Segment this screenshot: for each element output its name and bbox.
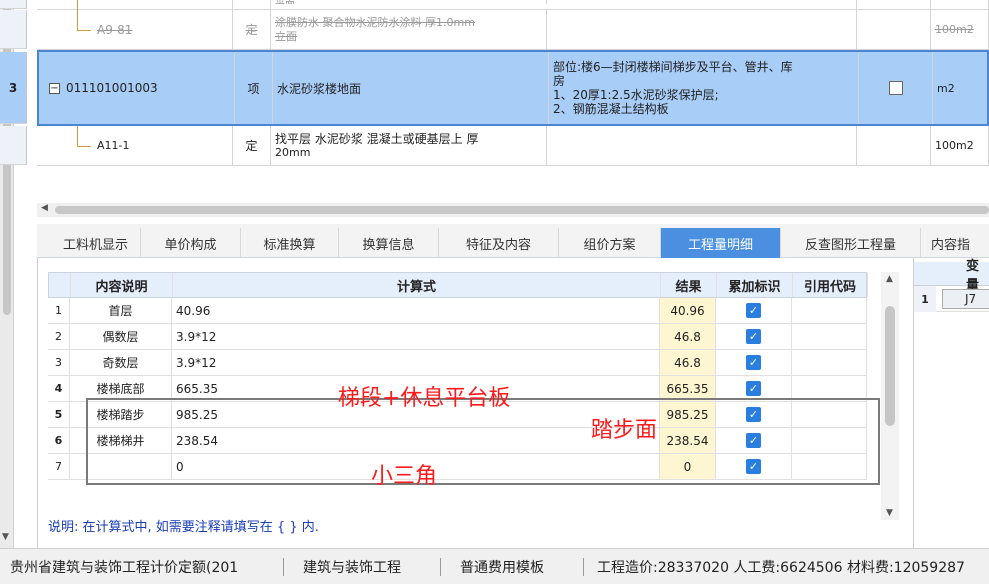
row-formula[interactable]: 3.9*12 bbox=[172, 324, 660, 349]
tab-unit-price[interactable]: 单价构成 bbox=[141, 228, 241, 258]
variable-value[interactable]: J7 bbox=[942, 289, 989, 309]
table-row-selected[interactable]: 3 − 011101001003 项 水泥砂浆楼地面 部位:楼6—封闭楼梯间梯步… bbox=[0, 50, 989, 126]
checkbox-checked-icon[interactable]: ✓ bbox=[746, 329, 761, 344]
row-ref-code[interactable] bbox=[792, 350, 867, 375]
tab-pricing-scheme[interactable]: 组价方案 bbox=[559, 228, 661, 258]
item-name-line1: 找平层 水泥砂浆 混凝土或硬基层上 厚 bbox=[275, 131, 479, 146]
table-row[interactable]: 1 首层 40.96 40.96 ✓ bbox=[48, 298, 867, 324]
table-row[interactable]: 平面 bbox=[0, 0, 989, 10]
item-name-line1: 涂膜防水 聚合物水泥防水涂料 厚1.0mm bbox=[275, 15, 475, 29]
row-result: 40.96 bbox=[660, 298, 716, 323]
row-number: 3 bbox=[0, 52, 27, 124]
status-project-type[interactable]: 建筑与装饰工程 bbox=[303, 549, 401, 584]
item-desc-line3: 1、20厚1:2.5水泥砂浆保护层; bbox=[553, 88, 719, 102]
checkbox-checked-icon[interactable]: ✓ bbox=[746, 381, 761, 396]
table-row[interactable]: A11-1 定 找平层 水泥砂浆 混凝土或硬基层上 厚 20mm 100m2 bbox=[0, 126, 989, 166]
item-type: 定 bbox=[233, 10, 271, 49]
item-desc-line1: 部位:楼6—封闭楼梯间梯步及平台、管井、库 bbox=[553, 60, 793, 74]
item-name: 平面 bbox=[271, 0, 547, 4]
checkbox-checked-icon[interactable]: ✓ bbox=[746, 355, 761, 370]
scroll-down-arrow-icon[interactable]: ▼ bbox=[886, 508, 893, 518]
row-ref-code[interactable] bbox=[792, 324, 867, 349]
table-row[interactable]: 3 奇数层 3.9*12 46.8 ✓ bbox=[48, 350, 867, 376]
scrollbar-thumb[interactable] bbox=[885, 306, 895, 426]
detail-vertical-scrollbar[interactable]: ▲ ▼ bbox=[881, 272, 899, 520]
annotation-small-triangle: 小三角 bbox=[371, 464, 438, 489]
header-desc: 内容说明 bbox=[71, 273, 173, 297]
row-number: 4 bbox=[48, 376, 70, 401]
scroll-up-arrow-icon[interactable]: ▲ bbox=[886, 274, 893, 284]
item-code: A11-1 bbox=[37, 126, 233, 165]
variable-header: 变量 bbox=[914, 259, 989, 293]
table-row[interactable]: 2 偶数层 3.9*12 46.8 ✓ bbox=[48, 324, 867, 350]
item-name: 水泥砂浆楼地面 bbox=[273, 52, 549, 124]
formula-note: 说明: 在计算式中, 如需要注释请填写在 { } 内. bbox=[48, 520, 319, 535]
detail-tab-bar: 工料机显示 单价构成 标准换算 换算信息 特征及内容 组价方案 工程量明细 反查… bbox=[37, 224, 989, 258]
item-checkbox[interactable] bbox=[888, 81, 903, 95]
tab-quantity-detail[interactable]: 工程量明细 bbox=[661, 228, 781, 258]
row-desc[interactable]: 偶数层 bbox=[70, 324, 172, 349]
row-number: 1 bbox=[48, 298, 70, 323]
row-number: 3 bbox=[48, 350, 70, 375]
tab-conversion-info[interactable]: 换算信息 bbox=[339, 228, 439, 258]
item-name-line2: 立面 bbox=[275, 29, 297, 43]
scroll-left-arrow-icon[interactable]: ◀ bbox=[41, 203, 48, 213]
tab-features[interactable]: 特征及内容 bbox=[439, 228, 559, 258]
row-ref-code[interactable] bbox=[792, 298, 867, 323]
item-unit: 100m2 bbox=[931, 126, 989, 165]
item-code: 011101001003 bbox=[66, 81, 158, 95]
scroll-down-arrow-icon[interactable]: ▼ bbox=[2, 532, 9, 542]
row-formula[interactable]: 3.9*12 bbox=[172, 350, 660, 375]
app-window: ▼ 平面 A9-81 定 涂膜防水 聚合物水泥防水涂料 厚1.0mm 立面 bbox=[0, 0, 989, 584]
variable-panel: 变量 1 J7 bbox=[913, 258, 989, 548]
row-result: 46.8 bbox=[660, 350, 716, 375]
row-number bbox=[0, 126, 27, 165]
tab-content[interactable]: 内容指 bbox=[921, 228, 989, 258]
row-number: 6 bbox=[48, 428, 70, 453]
bill-items-grid: 平面 A9-81 定 涂膜防水 聚合物水泥防水涂料 厚1.0mm 立面 100m… bbox=[0, 0, 989, 172]
item-desc-line2: 房 bbox=[553, 74, 566, 88]
status-quota[interactable]: 贵州省建筑与装饰工程计价定额(201 bbox=[10, 549, 238, 584]
item-desc-line4: 2、钢筋混凝土结构板 bbox=[553, 102, 669, 116]
header-ref-code: 引用代码 bbox=[793, 273, 868, 297]
item-unit: m2 bbox=[933, 52, 989, 124]
status-costs: 工程造价:28337020 人工费:6624506 材料费:12059287 bbox=[597, 560, 965, 576]
row-formula[interactable]: 40.96 bbox=[172, 298, 660, 323]
row-number: 1 bbox=[914, 286, 936, 312]
row-number: 2 bbox=[48, 324, 70, 349]
item-type: 项 bbox=[235, 52, 273, 124]
item-type: 定 bbox=[233, 126, 271, 165]
row-number bbox=[0, 10, 27, 49]
table-header: 内容说明 计算式 结果 累加标识 引用代码 bbox=[48, 272, 868, 298]
tab-labor-material[interactable]: 工料机显示 bbox=[51, 228, 141, 258]
scrollbar-thumb[interactable] bbox=[55, 206, 989, 214]
tab-reverse-lookup[interactable]: 反查图形工程量 bbox=[781, 228, 921, 258]
row-number bbox=[0, 0, 27, 9]
annotation-tread-surface: 踏步面 bbox=[591, 418, 658, 443]
item-unit: 100m2 bbox=[931, 10, 989, 49]
header-accumulate: 累加标识 bbox=[717, 273, 793, 297]
horizontal-scrollbar[interactable]: ◀ bbox=[37, 203, 989, 217]
tab-standard-conversion[interactable]: 标准换算 bbox=[241, 228, 339, 258]
item-name-line2: 20mm bbox=[275, 145, 311, 159]
status-fee-template[interactable]: 普通费用模板 bbox=[460, 549, 544, 584]
variable-row[interactable]: 1 J7 bbox=[914, 286, 989, 312]
row-desc[interactable]: 奇数层 bbox=[70, 350, 172, 375]
annotation-stair-flight: 梯段+休息平台板 bbox=[338, 386, 511, 411]
row-result: 46.8 bbox=[660, 324, 716, 349]
collapse-icon[interactable]: − bbox=[49, 82, 60, 94]
quantity-detail-panel: 内容说明 计算式 结果 累加标识 引用代码 1 首层 40.96 40.96 ✓… bbox=[37, 258, 989, 548]
row-number: 7 bbox=[48, 454, 70, 479]
header-result: 结果 bbox=[661, 273, 717, 297]
row-number: 5 bbox=[48, 402, 70, 427]
checkbox-checked-icon[interactable]: ✓ bbox=[746, 303, 761, 318]
status-bar: 贵州省建筑与装饰工程计价定额(201 建筑与装饰工程 普通费用模板 工程造价:2… bbox=[0, 548, 989, 584]
row-desc[interactable]: 首层 bbox=[70, 298, 172, 323]
item-code: A9-81 bbox=[37, 10, 233, 49]
header-formula: 计算式 bbox=[173, 273, 661, 297]
table-row[interactable]: A9-81 定 涂膜防水 聚合物水泥防水涂料 厚1.0mm 立面 100m2 bbox=[0, 10, 989, 50]
